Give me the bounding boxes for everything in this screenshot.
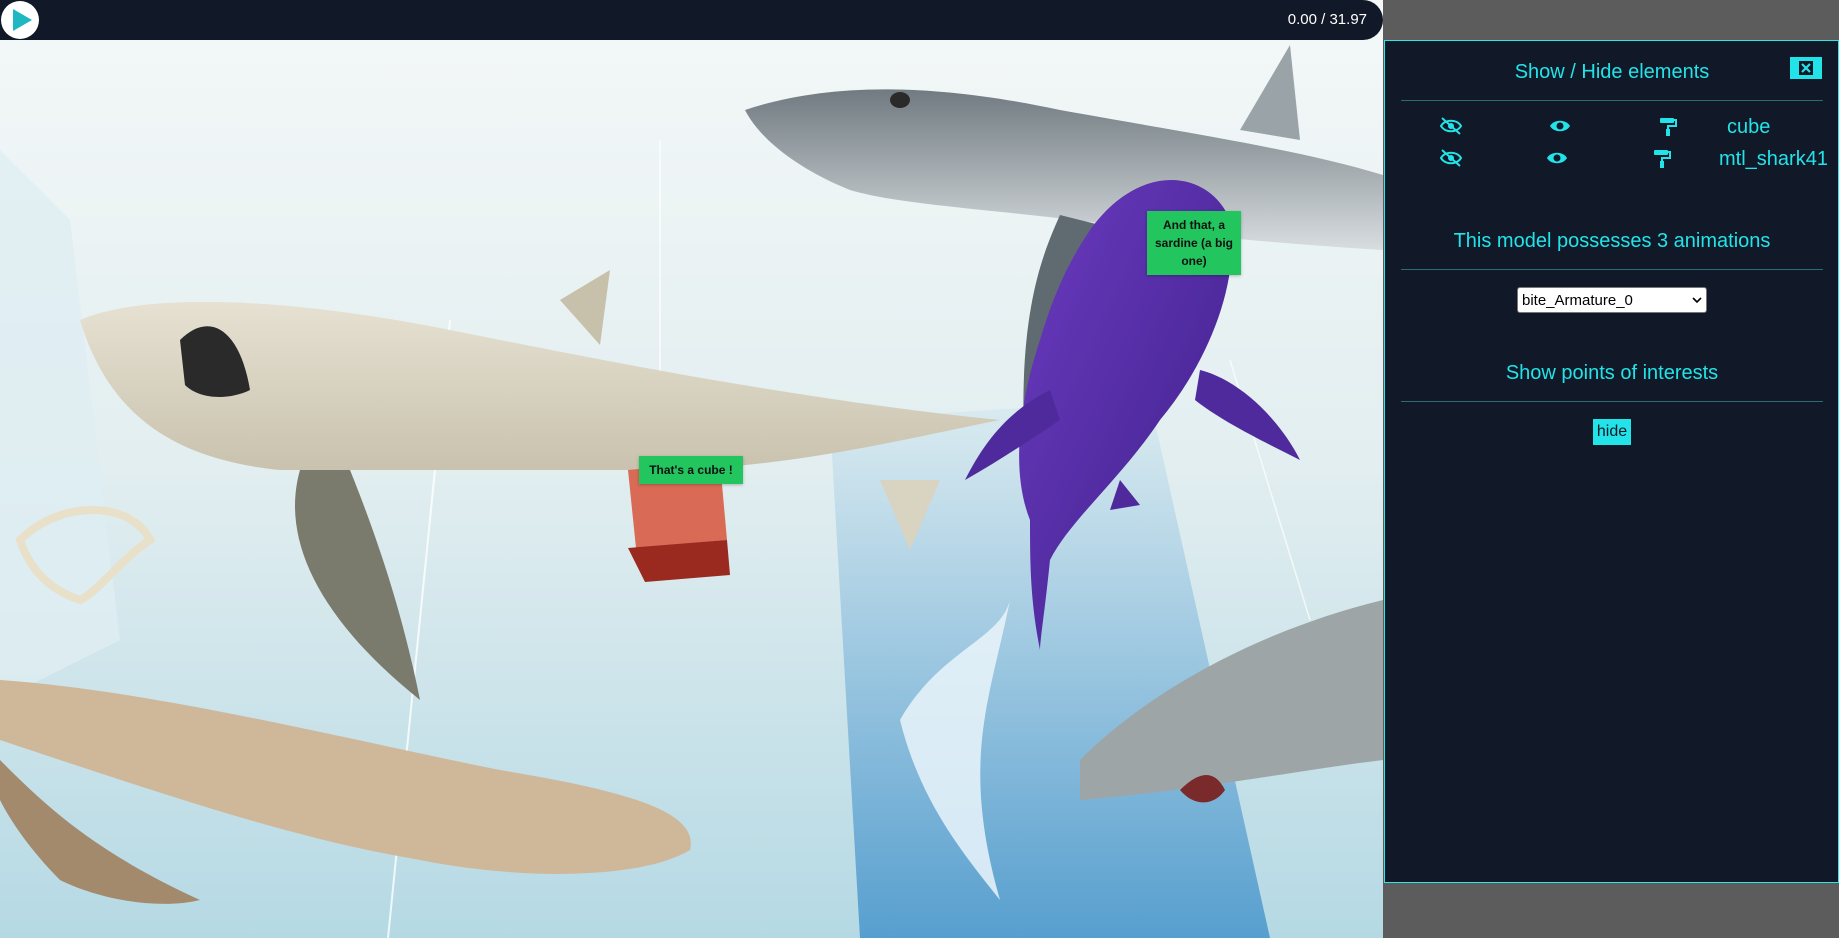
elements-panel: Show / Hide elements cube mtl_shark41 Th… [1384, 40, 1839, 883]
eye-slash-icon[interactable] [1439, 149, 1463, 167]
element-name: cube [1727, 116, 1771, 138]
elements-title: Show / Hide elements [1514, 61, 1710, 83]
eye-slash-icon[interactable] [1439, 117, 1463, 135]
element-row-mtl-shark41: mtl_shark41 [1385, 146, 1839, 176]
paint-roller-icon[interactable] [1658, 117, 1678, 137]
paint-roller-icon[interactable] [1652, 149, 1672, 169]
poi-label-cube[interactable]: That's a cube ! [639, 456, 743, 484]
element-name: mtl_shark41 [1719, 148, 1828, 170]
hide-poi-button[interactable]: hide [1593, 419, 1631, 445]
poi-label-shark[interactable]: And that, a sardine (a big one) [1147, 211, 1241, 275]
eye-icon[interactable] [1545, 149, 1569, 167]
poi-title: Show points of interests [1505, 362, 1719, 384]
divider [1401, 100, 1823, 101]
eye-icon[interactable] [1548, 117, 1572, 135]
app-root: 0.00 / 31.97 That's a cube ! And that, a… [0, 0, 1839, 938]
scene-viewport[interactable]: 0.00 / 31.97 That's a cube ! And that, a… [0, 0, 1383, 938]
player-bar: 0.00 / 31.97 [0, 0, 1383, 40]
play-button[interactable] [1, 1, 39, 39]
divider [1401, 401, 1823, 402]
chevron-down-icon [1692, 297, 1702, 304]
time-readout: 0.00 / 31.97 [1287, 11, 1367, 28]
play-icon [13, 9, 32, 31]
animations-title: This model possesses 3 animations [1453, 230, 1771, 252]
animation-select[interactable]: bite_Armature_0 [1517, 287, 1707, 313]
animation-selected-value: bite_Armature_0 [1522, 291, 1633, 309]
divider [1401, 269, 1823, 270]
element-row-cube: cube [1385, 114, 1839, 144]
